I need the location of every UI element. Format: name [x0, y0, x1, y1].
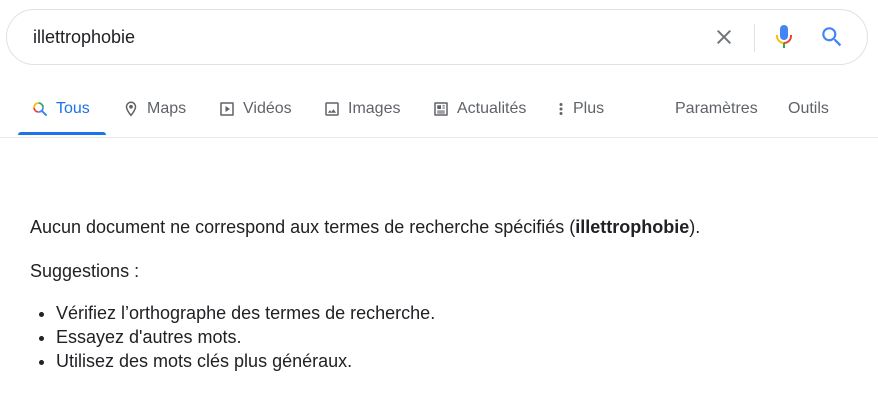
map-pin-icon: [125, 101, 137, 117]
tab-more[interactable]: Plus: [555, 84, 604, 134]
clear-icon[interactable]: [712, 25, 736, 49]
tab-images[interactable]: Images: [323, 84, 400, 134]
search-multicolor-icon: [33, 102, 47, 116]
message-text: Aucun document ne correspond aux termes …: [30, 217, 576, 237]
image-icon: [325, 102, 339, 116]
list-item: Essayez d'autres mots.: [56, 325, 860, 349]
search-box[interactable]: illettrophobie: [6, 9, 868, 65]
message-text-end: ).: [689, 217, 701, 237]
query-term: illettrophobie: [575, 217, 690, 237]
suggestions-title: Suggestions :: [30, 261, 140, 281]
tab-label: Tous: [56, 100, 90, 117]
search-input[interactable]: illettrophobie: [33, 25, 135, 49]
active-tab-indicator: [18, 132, 106, 135]
tab-maps[interactable]: Maps: [122, 84, 186, 134]
search-tabs: Tous Maps Vidéos Images Actualités Plus …: [0, 84, 878, 138]
search-icon[interactable]: [819, 24, 845, 50]
no-results-section: Aucun document ne correspond aux termes …: [30, 215, 860, 373]
settings-link[interactable]: Paramètres: [675, 84, 758, 134]
tab-label: Actualités: [457, 100, 527, 117]
tab-label: Plus: [573, 100, 605, 117]
tab-label: Images: [348, 100, 401, 117]
tab-label: Vidéos: [243, 100, 292, 117]
more-vert-icon: [559, 103, 563, 115]
list-item: Utilisez des mots clés plus généraux.: [56, 349, 860, 373]
microphone-icon[interactable]: [772, 23, 796, 51]
tab-videos[interactable]: Vidéos: [218, 84, 292, 134]
tools-link[interactable]: Outils: [788, 84, 829, 134]
tab-news[interactable]: Actualités: [432, 84, 526, 134]
tab-all[interactable]: Tous: [31, 84, 90, 134]
news-icon: [434, 102, 448, 116]
search-divider: [754, 24, 755, 52]
no-results-message: Aucun document ne correspond aux termes …: [30, 215, 860, 239]
list-item: Vérifiez l’orthographe des termes de rec…: [56, 301, 860, 325]
video-icon: [220, 102, 234, 116]
tab-label: Maps: [147, 100, 187, 117]
suggestions-list: Vérifiez l’orthographe des termes de rec…: [30, 301, 860, 373]
